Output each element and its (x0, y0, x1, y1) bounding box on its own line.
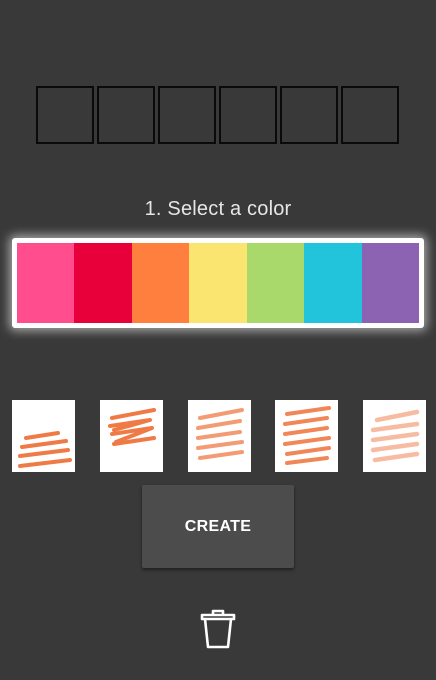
color-slot-1[interactable] (36, 86, 94, 144)
spiral-style-5[interactable] (363, 400, 426, 472)
color-slot-3[interactable] (158, 86, 216, 144)
step-title: 1. Select a color (144, 198, 292, 220)
color-swatch-2[interactable] (74, 243, 132, 323)
color-swatch-7[interactable] (361, 243, 419, 323)
spiral-style-4[interactable] (275, 400, 339, 472)
color-slot-4[interactable] (219, 86, 277, 144)
style-options (12, 400, 426, 472)
color-slot-5[interactable] (280, 86, 338, 144)
spiral-style-1[interactable] (12, 400, 75, 472)
create-button[interactable]: CREATE (142, 485, 294, 568)
trash-icon[interactable] (198, 608, 238, 650)
color-swatch-4[interactable] (189, 243, 247, 323)
color-palette (12, 238, 424, 328)
color-swatch-5[interactable] (246, 243, 305, 323)
spiral-style-3[interactable] (187, 400, 251, 472)
spiral-style-2[interactable] (99, 400, 163, 472)
selected-color-slots (36, 86, 399, 144)
color-slot-6[interactable] (341, 86, 399, 144)
color-swatch-6[interactable] (304, 243, 362, 323)
color-swatch-1[interactable] (17, 243, 75, 323)
color-swatch-3[interactable] (131, 243, 190, 323)
color-slot-2[interactable] (97, 86, 155, 144)
